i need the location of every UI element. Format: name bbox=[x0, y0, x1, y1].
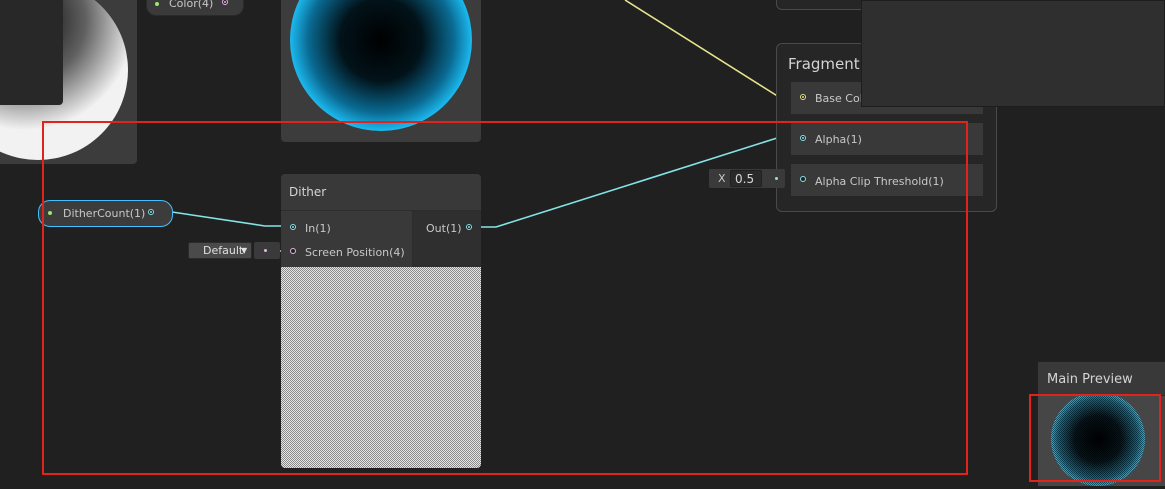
property-exposed-dot bbox=[48, 211, 52, 215]
dithercount-property-pill[interactable]: DitherCount(1) bbox=[38, 200, 173, 227]
property-exposed-dot bbox=[155, 2, 159, 6]
fragment-alpha-slot[interactable]: Alpha(1) bbox=[791, 123, 983, 155]
dither-out-label: Out(1) bbox=[426, 222, 462, 235]
main-preview-viewport bbox=[1038, 392, 1165, 486]
cyan-sphere-preview bbox=[290, 0, 472, 131]
dither-preview bbox=[281, 267, 481, 468]
alpha-clip-label: Alpha Clip Threshold(1) bbox=[815, 175, 944, 188]
base-color-port[interactable] bbox=[800, 94, 806, 100]
screen-position-default-dropdown[interactable]: Default ▼ bbox=[188, 242, 252, 259]
dither-in-port[interactable] bbox=[290, 224, 296, 230]
wire-base-color bbox=[624, 0, 780, 98]
alpha-clip-axis-label: X bbox=[718, 172, 726, 185]
dither-outputs-area bbox=[413, 211, 481, 267]
base-color-label: Base Col bbox=[815, 92, 863, 105]
dithercount-label: DitherCount(1) bbox=[63, 207, 146, 220]
main-preview-title: Main Preview bbox=[1047, 372, 1133, 387]
alpha-clip-value-input[interactable]: 0.5 bbox=[730, 170, 762, 187]
dither-screen-position-port[interactable] bbox=[290, 248, 296, 254]
chevron-down-icon: ▼ bbox=[241, 246, 248, 255]
screen-position-default-label: Default bbox=[203, 244, 244, 257]
dithercount-output-port[interactable] bbox=[148, 209, 154, 215]
main-preview-panel[interactable]: Main Preview bbox=[1037, 361, 1165, 486]
fragment-title: Fragment bbox=[788, 55, 860, 73]
dither-screen-position-label: Screen Position(4) bbox=[305, 246, 405, 259]
dither-node-header[interactable]: Dither bbox=[281, 174, 481, 210]
alpha-clip-value: 0.5 bbox=[735, 172, 755, 186]
wire-dithercount-to-in bbox=[171, 211, 286, 227]
alpha-label: Alpha(1) bbox=[815, 133, 862, 146]
screen-position-input-connector bbox=[254, 242, 280, 259]
overlay-panel-right bbox=[861, 0, 1165, 107]
alpha-port[interactable] bbox=[800, 135, 806, 141]
dither-out-port[interactable] bbox=[466, 224, 472, 230]
dither-node-title: Dither bbox=[289, 185, 327, 199]
main-preview-header[interactable]: Main Preview bbox=[1038, 362, 1165, 395]
fragment-alpha-clip-slot[interactable]: Alpha Clip Threshold(1) bbox=[791, 164, 983, 196]
sphere-preview-node[interactable] bbox=[281, 0, 481, 142]
color-property-label: Color(4) bbox=[169, 0, 214, 10]
alpha-clip-port[interactable] bbox=[800, 176, 806, 182]
color-property-output-port[interactable] bbox=[222, 0, 228, 5]
dither-node[interactable]: Dither In(1) Screen Position(4) Out(1) bbox=[281, 174, 481, 468]
dither-in-label: In(1) bbox=[305, 222, 331, 235]
alpha-clip-value-field[interactable]: X 0.5 bbox=[709, 169, 785, 188]
main-preview-sphere bbox=[1051, 392, 1145, 486]
color-property-pill[interactable]: Color(4) bbox=[146, 0, 244, 16]
overlay-panel-left bbox=[0, 0, 63, 105]
